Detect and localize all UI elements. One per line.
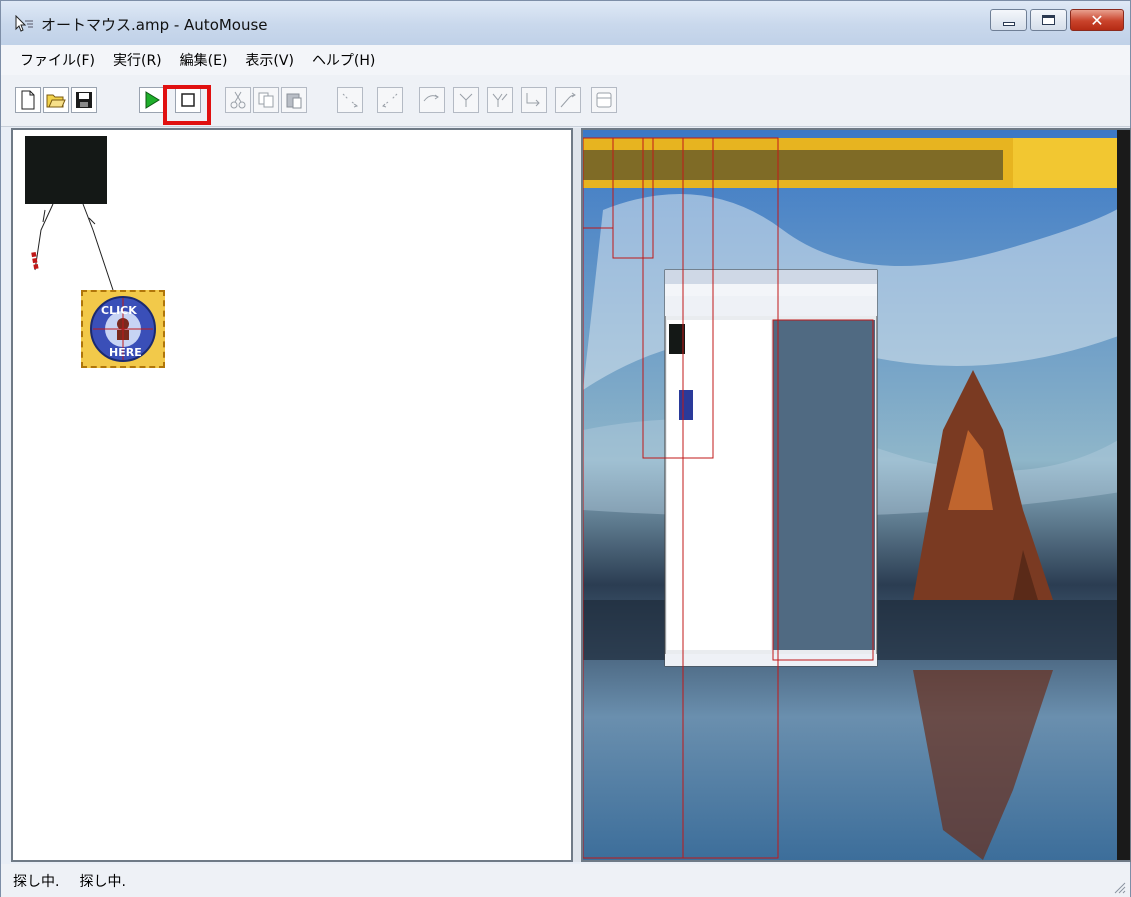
step-in-icon — [342, 93, 359, 108]
branch-1-icon — [423, 94, 439, 102]
resize-grip-icon[interactable] — [1112, 880, 1126, 894]
status-right: 探し中. — [79, 874, 126, 890]
branch-3-button[interactable] — [487, 87, 513, 113]
branch-5-icon — [560, 92, 576, 108]
click-here-icon: CLICK HERE — [90, 296, 156, 362]
click-here-node[interactable]: CLICK HERE — [81, 290, 165, 368]
screen-preview — [581, 128, 1131, 862]
maximize-icon — [1042, 15, 1055, 25]
paste-icon — [286, 93, 302, 109]
open-folder-icon — [46, 94, 66, 108]
menu-edit[interactable]: 編集(E) — [171, 50, 237, 70]
step-in-button[interactable] — [337, 87, 363, 113]
menu-help[interactable]: ヘルプ(H) — [303, 50, 384, 70]
status-bar: 探し中. 探し中. — [1, 864, 1130, 897]
new-file-button[interactable] — [15, 87, 41, 113]
step-out-button[interactable] — [377, 87, 403, 113]
run-button[interactable] — [139, 87, 165, 113]
window-icon — [596, 92, 612, 108]
cut-button[interactable] — [225, 87, 251, 113]
click-label: CLICK — [101, 304, 137, 317]
app-icon — [15, 15, 33, 32]
branch-4-button[interactable] — [521, 87, 547, 113]
status-left: 探し中. — [13, 874, 60, 890]
flow-canvas[interactable]: ▪▪▪ CLICK HERE — [11, 128, 573, 862]
title-bar[interactable]: オートマウス.amp - AutoMouse ✕ — [1, 1, 1130, 45]
branch-2-button[interactable] — [453, 87, 479, 113]
menu-view[interactable]: 表示(V) — [236, 50, 303, 70]
branch-1-button[interactable] — [419, 87, 445, 113]
new-file-icon — [21, 90, 35, 110]
close-icon: ✕ — [1090, 10, 1104, 30]
here-label: HERE — [109, 346, 142, 359]
window-title: オートマウス.amp - AutoMouse — [41, 16, 268, 34]
copy-icon — [258, 92, 274, 108]
save-icon — [76, 92, 92, 108]
cut-icon — [230, 91, 246, 109]
stop-button-highlight — [163, 85, 211, 125]
branch-5-button[interactable] — [555, 87, 581, 113]
run-icon — [145, 91, 160, 109]
window-button[interactable] — [591, 87, 617, 113]
svg-text:▪▪▪: ▪▪▪ — [28, 251, 41, 271]
save-button[interactable] — [71, 87, 97, 113]
branch-3-icon — [492, 93, 508, 107]
minimize-button[interactable] — [990, 9, 1027, 31]
minimize-icon — [1002, 22, 1015, 26]
app-window: オートマウス.amp - AutoMouse ✕ ファイル(F) 実行(R) 編… — [0, 0, 1131, 897]
step-out-icon — [382, 93, 398, 108]
branch-2-icon — [459, 93, 473, 107]
menu-run[interactable]: 実行(R) — [104, 50, 171, 70]
open-button[interactable] — [43, 87, 69, 113]
panel-splitter[interactable] — [573, 128, 581, 862]
menu-file[interactable]: ファイル(F) — [11, 50, 104, 70]
maximize-button[interactable] — [1030, 9, 1067, 31]
menu-bar: ファイル(F) 実行(R) 編集(E) 表示(V) ヘルプ(H) — [1, 45, 1130, 75]
branch-4-icon — [526, 93, 540, 107]
copy-button[interactable] — [253, 87, 279, 113]
preview-image — [583, 130, 1130, 860]
paste-button[interactable] — [281, 87, 307, 113]
close-button[interactable]: ✕ — [1070, 9, 1124, 31]
